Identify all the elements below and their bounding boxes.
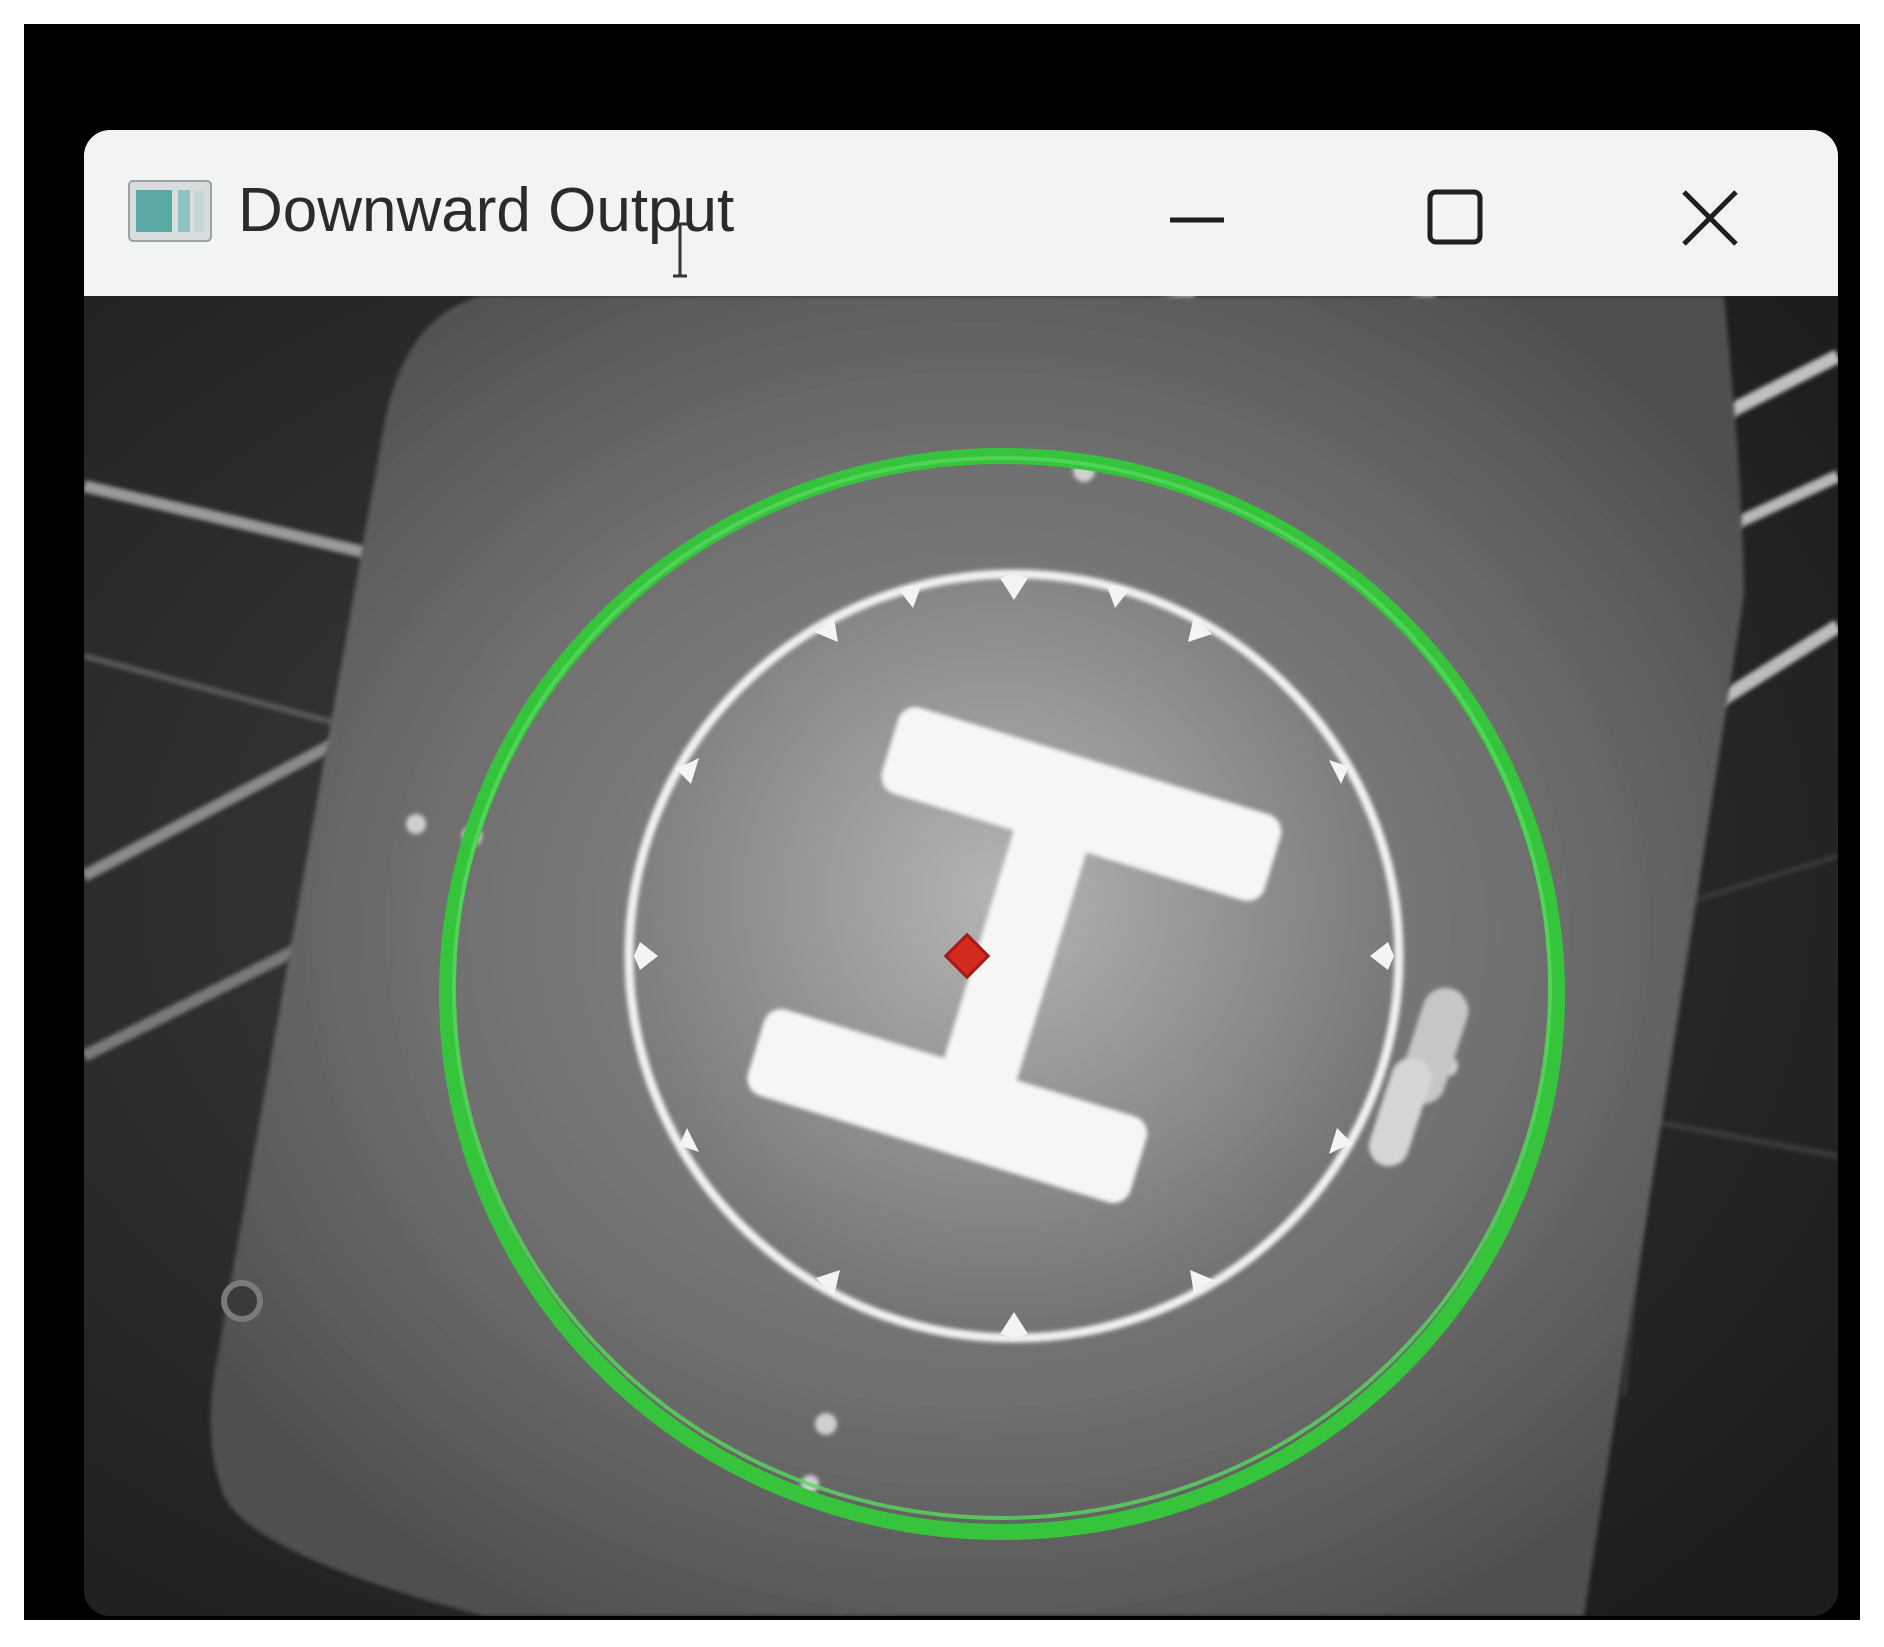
window-title: Downward Output [238,176,735,245]
close-button[interactable] [1662,170,1758,266]
minimize-icon [1170,217,1224,223]
close-icon [1682,190,1738,246]
maximize-icon [1427,189,1483,245]
camera-feed [84,296,1838,1616]
app-window-icon [128,180,212,242]
text-cursor-icon [670,222,690,278]
maximize-button[interactable] [1406,170,1502,266]
minimize-button[interactable] [1148,170,1244,266]
title-bar[interactable]: Downward Output [84,130,1838,296]
screen-background: Downward Output [24,24,1860,1620]
app-window: Downward Output [84,130,1838,1616]
